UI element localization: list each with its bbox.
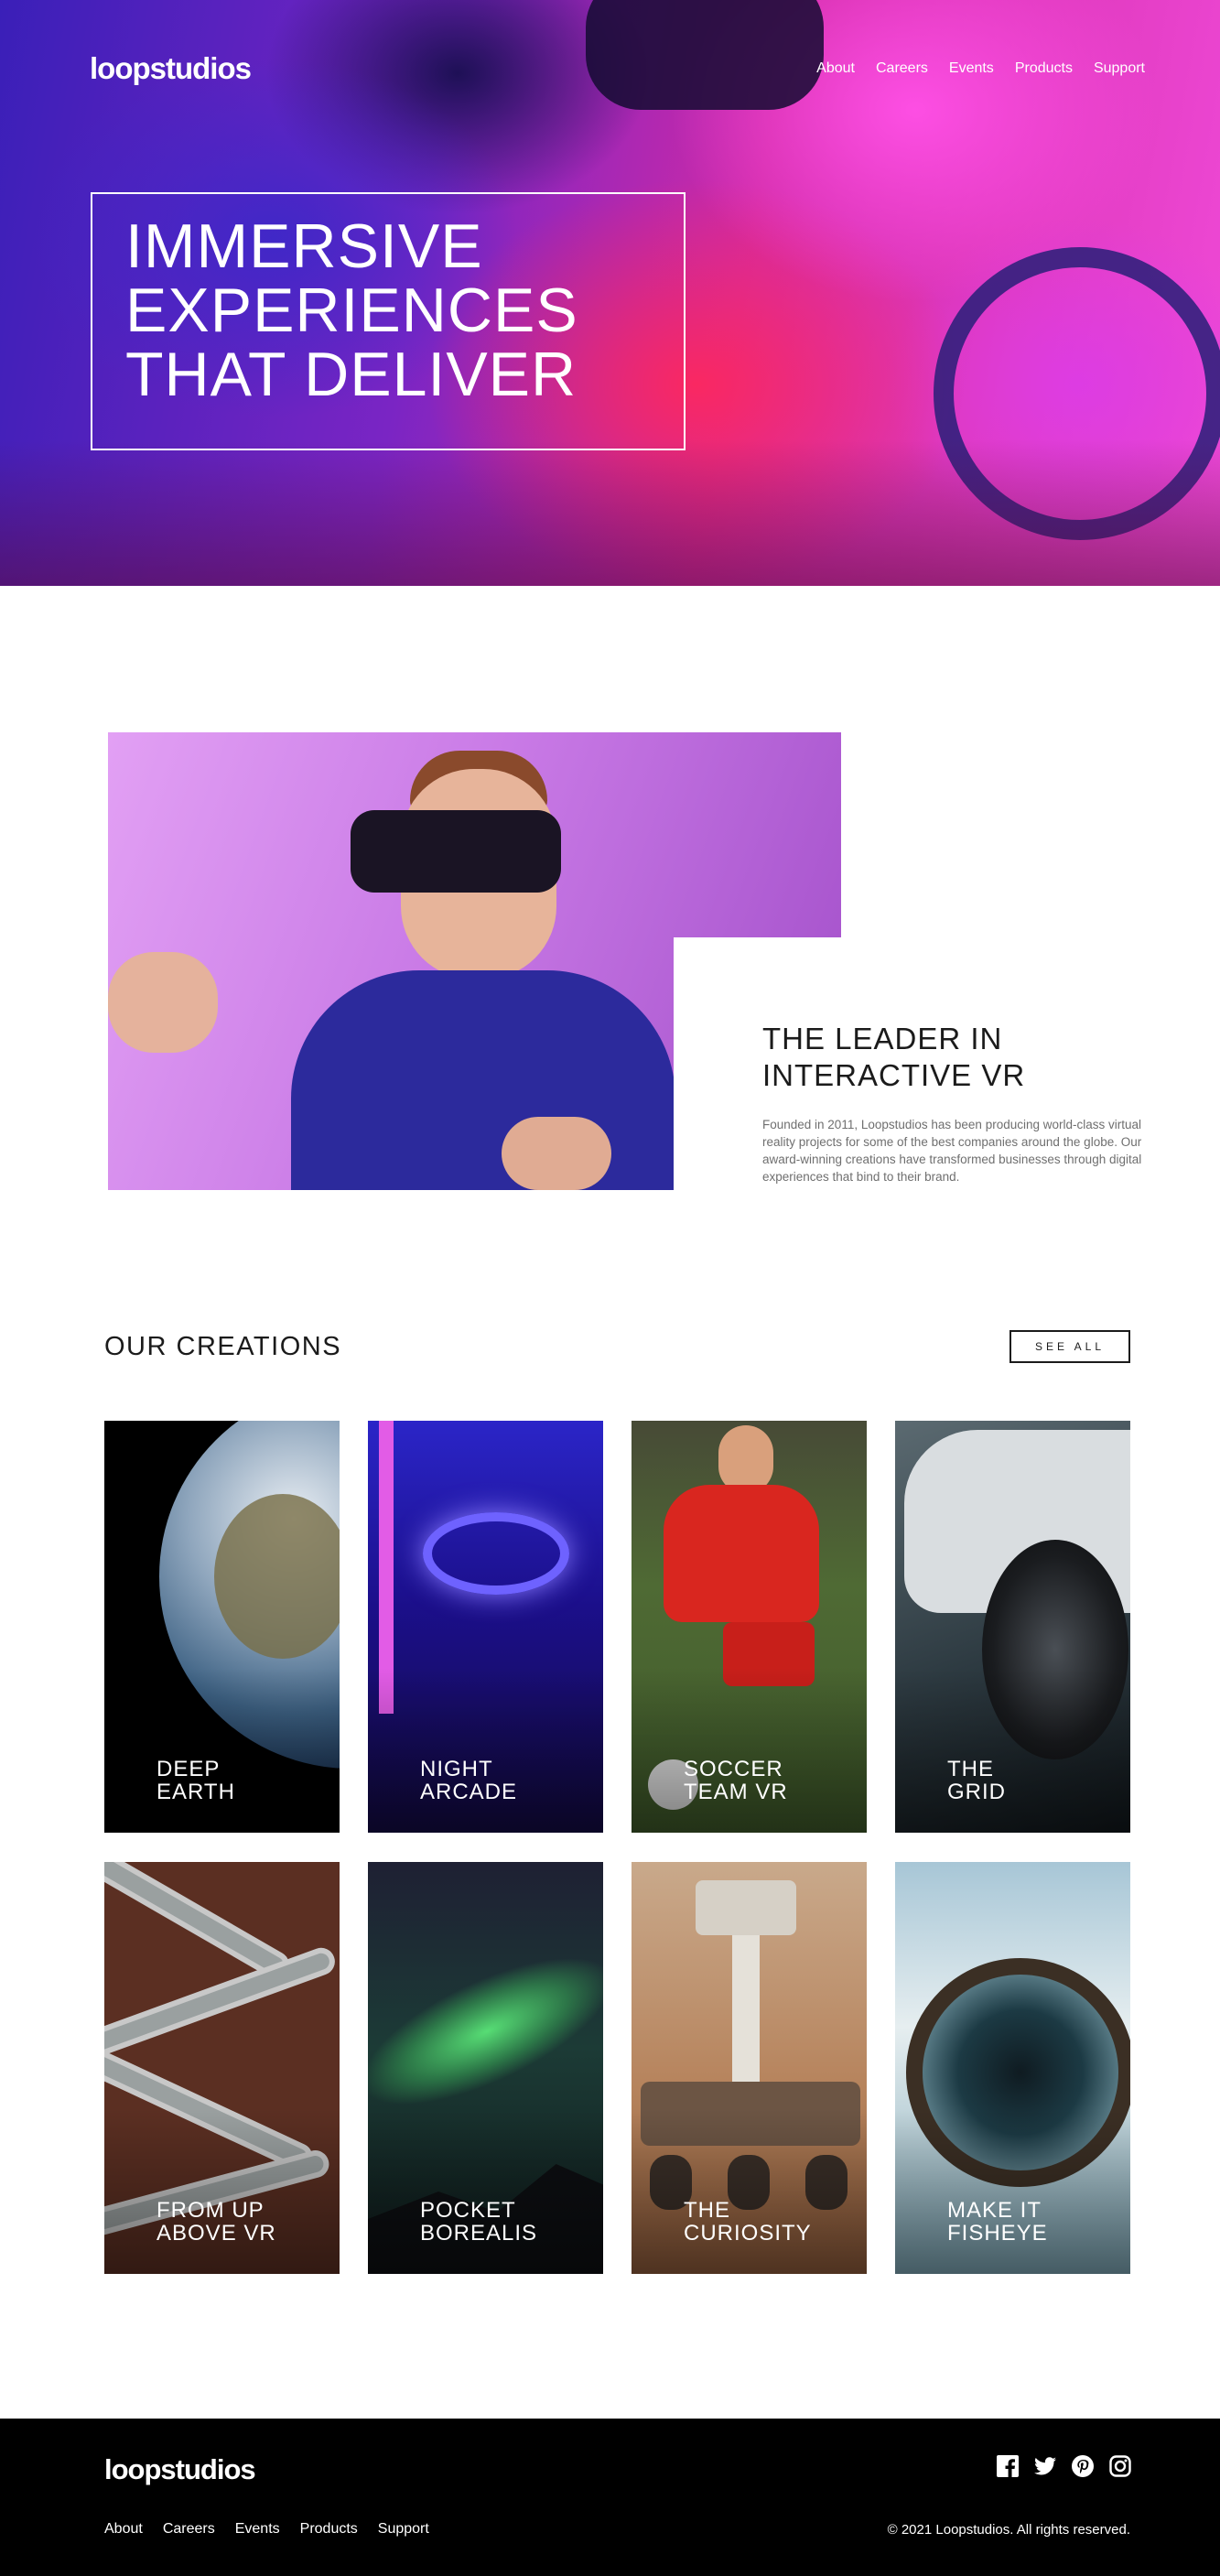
player-head-shape — [718, 1425, 773, 1494]
copyright-text: © 2021 Loopstudios. All rights reserved. — [887, 2522, 1130, 2538]
label-line: FROM UP — [157, 2198, 265, 2223]
nav-link-careers[interactable]: Careers — [876, 60, 928, 77]
rover-camera-shape — [696, 1880, 796, 1935]
label-line: POCKET — [420, 2198, 516, 2223]
footer-link-careers[interactable]: Careers — [163, 2521, 215, 2538]
creation-card-label: POCKET BOREALIS — [420, 2199, 576, 2245]
pinterest-icon[interactable] — [1072, 2455, 1094, 2477]
instagram-icon[interactable] — [1109, 2455, 1131, 2477]
card-shade — [104, 1668, 340, 1833]
footer-link-about[interactable]: About — [104, 2521, 143, 2538]
footer-link-support[interactable]: Support — [378, 2521, 429, 2538]
facebook-icon[interactable] — [997, 2455, 1019, 2477]
creations-title: OUR CREATIONS — [104, 1332, 342, 1361]
label-line: GRID — [947, 1780, 1006, 1804]
creation-card-label: NIGHT ARCADE — [420, 1758, 576, 1803]
footer-link-products[interactable]: Products — [300, 2521, 358, 2538]
nav-link-about[interactable]: About — [816, 60, 855, 77]
card-shade — [104, 2109, 340, 2274]
leader-description: Founded in 2011, Loopstudios has been pr… — [762, 1118, 1142, 1184]
hero-section: loopstudios About Careers Events Product… — [0, 0, 1220, 586]
see-all-button[interactable]: SEE ALL — [1009, 1330, 1130, 1363]
hero-shade — [0, 439, 1220, 586]
label-line: SOCCER — [684, 1757, 783, 1781]
creation-card-label: DEEP EARTH — [157, 1758, 312, 1803]
label-line: FISHEYE — [947, 2221, 1048, 2246]
header-logo[interactable]: loopstudios — [90, 51, 252, 86]
leader-title-line: THE LEADER IN — [762, 1022, 1003, 1055]
label-line: THE — [947, 1757, 994, 1781]
nav-link-support[interactable]: Support — [1094, 60, 1145, 77]
card-shade — [632, 2109, 867, 2274]
road-shape — [104, 1943, 340, 2064]
hero-headline-line: IMMERSIVE — [125, 211, 483, 281]
hand-shape — [108, 952, 218, 1053]
card-shade — [368, 1668, 603, 1833]
player-shirt-shape — [664, 1485, 819, 1622]
card-shade — [632, 1668, 867, 1833]
creation-card-label: SOCCER TEAM VR — [684, 1758, 839, 1803]
hero-headline: IMMERSIVE EXPERIENCES THAT DELIVER — [91, 192, 686, 450]
creations-grid: DEEP EARTH NIGHT ARCADE SOCCER TEAM VR T… — [104, 1421, 1130, 2274]
creation-card-make-it-fisheye[interactable]: MAKE IT FISHEYE — [895, 1862, 1130, 2274]
creation-card-label: THE CURIOSITY — [684, 2199, 839, 2245]
creation-card-label: THE GRID — [947, 1758, 1103, 1803]
creation-card-night-arcade[interactable]: NIGHT ARCADE — [368, 1421, 603, 1833]
nav-link-products[interactable]: Products — [1015, 60, 1073, 77]
nav-link-events[interactable]: Events — [949, 60, 994, 77]
label-line: DEEP — [157, 1757, 221, 1781]
hero-headline-line: THAT DELIVER — [125, 340, 578, 409]
creation-card-pocket-borealis[interactable]: POCKET BOREALIS — [368, 1862, 603, 2274]
creation-card-the-grid[interactable]: THE GRID — [895, 1421, 1130, 1833]
creation-card-label: MAKE IT FISHEYE — [947, 2199, 1103, 2245]
card-shade — [895, 2109, 1130, 2274]
footer-logo[interactable]: loopstudios — [104, 2453, 256, 2486]
label-line: EARTH — [157, 1780, 235, 1804]
leader-title: THE LEADER IN INTERACTIVE VR — [762, 1021, 1165, 1094]
card-shade — [895, 1668, 1130, 1833]
creation-card-soccer-team-vr[interactable]: SOCCER TEAM VR — [632, 1421, 867, 1833]
hero-headset-shape — [586, 0, 824, 110]
footer-link-events[interactable]: Events — [235, 2521, 280, 2538]
creation-card-label: FROM UP ABOVE VR — [157, 2199, 312, 2245]
label-line: TEAM VR — [684, 1780, 788, 1804]
label-line: ARCADE — [420, 1780, 518, 1804]
creation-card-the-curiosity[interactable]: THE CURIOSITY — [632, 1862, 867, 2274]
leader-title-line: INTERACTIVE VR — [762, 1058, 1026, 1092]
footer-nav: About Careers Events Products Support — [104, 2521, 429, 2538]
social-links — [997, 2455, 1131, 2477]
label-line: MAKE IT — [947, 2198, 1042, 2223]
label-line: ABOVE VR — [157, 2221, 276, 2246]
label-line: BOREALIS — [420, 2221, 538, 2246]
torso-shape — [291, 970, 675, 1190]
label-line: THE — [684, 2198, 730, 2223]
header-nav: About Careers Events Products Support — [816, 60, 1145, 77]
label-line: NIGHT — [420, 1757, 493, 1781]
aurora-shape — [368, 1927, 603, 2136]
creation-card-deep-earth[interactable]: DEEP EARTH — [104, 1421, 340, 1833]
footer: loopstudios About Careers Events Product… — [0, 2419, 1220, 2576]
card-shade — [368, 2109, 603, 2274]
road-shape — [104, 1862, 295, 1984]
twitter-icon[interactable] — [1034, 2455, 1056, 2477]
hero-headline-line: EXPERIENCES — [125, 276, 578, 345]
hand-shape — [502, 1117, 611, 1190]
continent-shape — [214, 1494, 340, 1659]
label-line: CURIOSITY — [684, 2221, 812, 2246]
vr-headset-shape — [351, 810, 561, 893]
arcade-ring-shape — [423, 1512, 569, 1595]
creation-card-from-up-above-vr[interactable]: FROM UP ABOVE VR — [104, 1862, 340, 2274]
